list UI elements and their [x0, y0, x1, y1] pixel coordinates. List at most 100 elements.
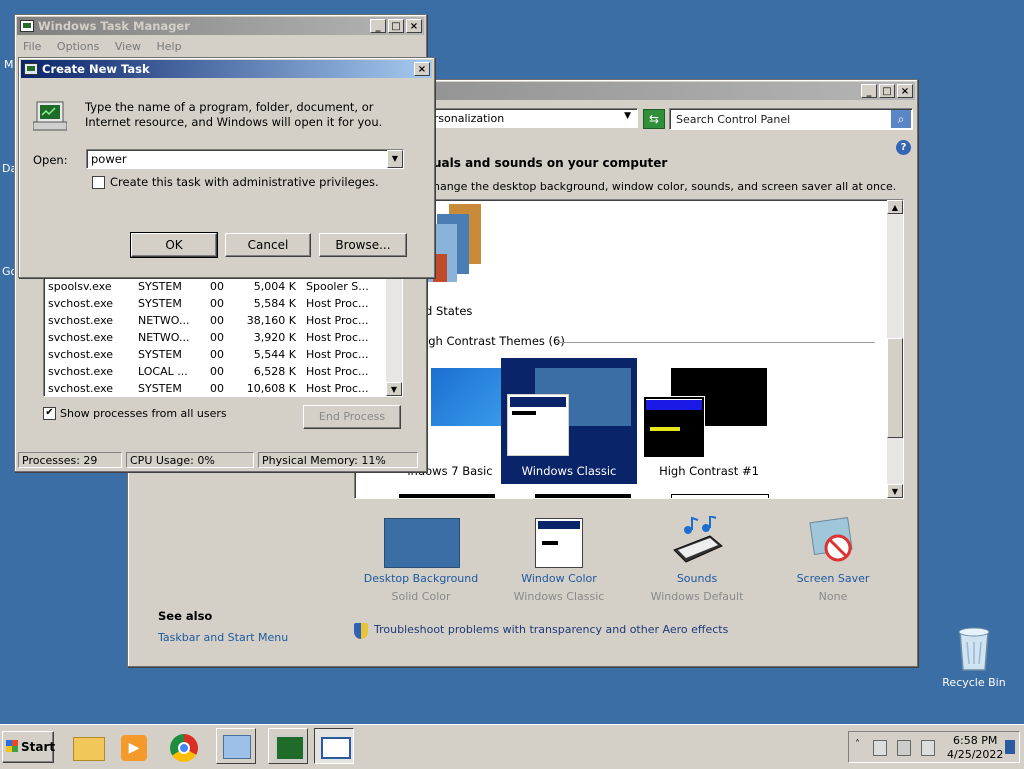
open-combobox[interactable]: power ▼	[86, 149, 404, 169]
task-manager-titlebar[interactable]: Windows Task Manager _ □ ×	[17, 17, 424, 35]
menu-options[interactable]: Options	[57, 40, 99, 53]
troubleshoot-link[interactable]: Troubleshoot problems with transparency …	[374, 623, 728, 636]
network-icon[interactable]	[897, 740, 911, 756]
theme-windows-classic[interactable]: Windows Classic	[501, 358, 637, 484]
start-button[interactable]: Start	[2, 731, 55, 763]
search-icon[interactable]: ⌕	[891, 110, 911, 128]
process-row[interactable]: spoolsv.exe SYSTEM 00 5,004 K Spooler S...	[48, 279, 388, 296]
address-dropdown-icon[interactable]: ▼	[624, 111, 631, 121]
process-user-name: SYSTEM	[138, 348, 182, 361]
sounds-item[interactable]: Sounds Windows Default	[638, 516, 756, 606]
menu-help[interactable]: Help	[156, 40, 181, 53]
theme-list[interactable]: d States igh Contrast Themes (6) indows …	[354, 199, 904, 499]
search-input[interactable]: Search Control Panel ⌕	[669, 108, 913, 130]
process-user-name: SYSTEM	[138, 382, 182, 395]
screen-saver-icon	[809, 516, 853, 562]
screen-saver-item[interactable]: Screen Saver None	[774, 516, 892, 606]
taskbar-task-manager[interactable]	[268, 728, 308, 764]
sounds-sub: Windows Default	[650, 590, 744, 603]
admin-privileges-label: Create this task with administrative pri…	[110, 175, 379, 189]
run-dialog-taskbar-icon	[321, 737, 351, 759]
action-center-icon[interactable]	[873, 740, 887, 756]
process-row[interactable]: svchost.exe NETWO... 00 3,920 K Host Proc...	[48, 330, 388, 347]
desktop-icon-label-1[interactable]: M	[4, 58, 14, 71]
theme-list-scrollbar[interactable]: ▲ ▼	[887, 200, 903, 498]
dialog-close-button[interactable]: ×	[414, 62, 430, 76]
close-button[interactable]: ×	[406, 19, 422, 33]
screen-saver-label[interactable]: Screen Saver	[774, 572, 892, 585]
scroll-thumb[interactable]	[887, 338, 903, 438]
recycle-bin[interactable]: Recycle Bin	[940, 622, 1008, 692]
scroll-up-button[interactable]: ▲	[887, 200, 903, 214]
browse-button[interactable]: Browse...	[319, 233, 407, 257]
clock-date[interactable]: 4/25/2022	[947, 748, 1003, 761]
saved-states-label: d States	[425, 304, 473, 318]
screen-saver-sub: None	[818, 590, 848, 603]
show-all-users-checkbox[interactable]: ✔	[43, 407, 56, 420]
menu-file[interactable]: File	[23, 40, 41, 53]
task-manager-title: Windows Task Manager	[38, 19, 190, 33]
desktop-background-item[interactable]: Desktop Background Solid Color	[362, 516, 480, 606]
process-row[interactable]: svchost.exe NETWO... 00 38,160 K Host Proc..…	[48, 313, 388, 330]
desktop-background-label[interactable]: Desktop Background	[362, 572, 480, 585]
see-also-heading: See also	[158, 609, 213, 623]
taskbar-run-dialog[interactable]	[314, 728, 354, 764]
taskbar-chrome[interactable]	[164, 728, 204, 764]
process-list[interactable]: smss.exeSYSTEM00476 KWindows ...spoolsv.…	[43, 265, 403, 397]
sounds-label[interactable]: Sounds	[638, 572, 756, 585]
help-icon[interactable]: ?	[896, 140, 911, 155]
create-task-titlebar[interactable]: Create New Task ×	[21, 60, 432, 78]
system-tray: ˄ 6:58 PM 4/25/2022	[848, 731, 1020, 763]
open-dropdown-icon[interactable]: ▼	[387, 150, 403, 168]
create-task-title: Create New Task	[42, 62, 150, 76]
open-input-value[interactable]: power	[91, 152, 127, 166]
process-memory: 3,920 K	[253, 331, 296, 344]
maximize-button[interactable]: □	[879, 84, 895, 98]
end-process-button[interactable]: End Process	[303, 405, 401, 429]
group-divider	[555, 342, 875, 343]
taskbar-control-panel[interactable]	[216, 728, 256, 764]
process-row[interactable]: svchost.exe LOCAL ... 00 6,528 K Host Proc..…	[48, 364, 388, 381]
process-image-name: svchost.exe	[48, 348, 114, 361]
window-color-label[interactable]: Window Color	[500, 572, 618, 585]
cancel-button[interactable]: Cancel	[225, 233, 311, 257]
process-description: Host Proc...	[306, 331, 369, 344]
run-program-icon	[33, 101, 67, 131]
process-list-scrollbar[interactable]: ▼	[386, 266, 402, 396]
desktop-background-icon	[384, 518, 460, 568]
maximize-button[interactable]: □	[388, 19, 404, 33]
process-memory: 10,608 K	[246, 382, 296, 395]
task-manager-taskbar-icon	[275, 735, 305, 761]
window-color-icon	[535, 518, 583, 568]
process-row[interactable]: svchost.exe SYSTEM 00 5,544 K Host Proc...	[48, 347, 388, 364]
minimize-button[interactable]: _	[370, 19, 386, 33]
process-row[interactable]: svchost.exe SYSTEM 00 10,608 K Host Proc...	[48, 381, 388, 396]
theme-high-contrast-1[interactable]: High Contrast #1	[641, 362, 777, 482]
process-row[interactable]: svchost.exe SYSTEM 00 5,584 K Host Proc...	[48, 296, 388, 313]
run-dialog-icon	[24, 63, 38, 75]
recycle-bin-label: Recycle Bin	[942, 676, 1006, 689]
process-memory: 38,160 K	[246, 314, 296, 327]
address-text: ersonalization	[427, 112, 505, 125]
taskbar-media-player[interactable]: ▶	[114, 728, 154, 764]
ok-button[interactable]: OK	[130, 232, 218, 258]
process-cpu: 00	[210, 348, 224, 361]
process-scroll-down[interactable]: ▼	[386, 382, 402, 396]
taskbar-explorer[interactable]	[68, 728, 108, 764]
admin-privileges-checkbox[interactable]	[92, 176, 105, 189]
process-image-name: spoolsv.exe	[48, 280, 112, 293]
show-desktop-icon[interactable]	[1005, 740, 1015, 754]
clock-time[interactable]: 6:58 PM	[953, 734, 997, 747]
refresh-icon[interactable]: ⇆	[643, 109, 665, 129]
close-button[interactable]: ×	[897, 84, 913, 98]
chrome-icon	[170, 734, 198, 762]
show-hidden-icons-icon[interactable]: ˄	[855, 739, 860, 750]
taskbar-start-menu-link[interactable]: Taskbar and Start Menu	[158, 631, 288, 644]
window-color-item[interactable]: Window Color Windows Classic	[500, 516, 618, 606]
volume-muted-icon[interactable]	[921, 740, 935, 756]
minimize-button[interactable]: _	[861, 84, 877, 98]
run-dialog-description: Type the name of a program, folder, docu…	[85, 100, 383, 129]
menu-view[interactable]: View	[115, 40, 141, 53]
address-bar[interactable]: ersonalization ▼	[423, 108, 638, 128]
scroll-down-button[interactable]: ▼	[887, 484, 903, 498]
